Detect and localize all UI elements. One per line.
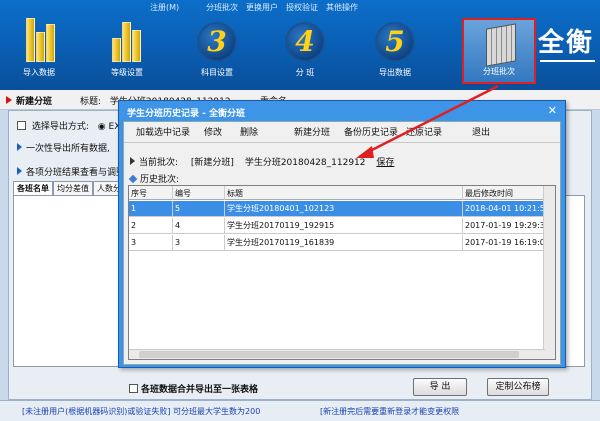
backup-button[interactable]: 备份历史记录: [344, 126, 398, 140]
merge-export-label: 各班数据合并导出至一张表格: [141, 385, 259, 395]
dialog-body: 加载选中记录 修改 删除 新建分班 备份历史记录 还原记录 退出 当前批次: […: [123, 121, 561, 365]
toolbar-batch-button[interactable]: 分班批次: [462, 18, 536, 84]
delete-button[interactable]: 删除: [240, 126, 258, 140]
export-all-label: 一次性导出所有数据,: [26, 144, 110, 154]
publish-button[interactable]: 定制公布榜: [487, 378, 549, 396]
current-batch-tag: [新建分班]: [190, 158, 234, 168]
close-icon[interactable]: ✕: [548, 104, 557, 117]
toolbar-grade-label: 等级设置: [111, 68, 143, 77]
menu-batch[interactable]: 分班批次: [206, 2, 238, 14]
cell-seq: 3: [129, 235, 173, 251]
brand-underline: [540, 60, 595, 62]
expand-icon: [17, 167, 22, 175]
toolbar-batch-label: 分班批次: [483, 67, 515, 76]
import-icon: [22, 18, 56, 62]
vertical-scrollbar[interactable]: [543, 186, 555, 359]
diamond-icon: [128, 174, 138, 184]
export-mode-label: 选择导出方式:: [31, 122, 89, 132]
dialog-title: 学生分班历史记录 - 全衡分班: [127, 109, 246, 119]
edit-button[interactable]: 修改: [204, 126, 222, 140]
menu-change-user[interactable]: 更换用户: [246, 2, 278, 14]
books-icon: [486, 23, 516, 67]
bullet-icon: [130, 157, 135, 165]
cell-id: 3: [173, 235, 225, 251]
toolbar-export-label: 导出数据: [379, 68, 411, 77]
menu-bar: 注册(M) 分班批次 更换用户 授权验证 其他操作: [0, 2, 600, 14]
merge-export-checkbox[interactable]: [129, 384, 138, 393]
merge-export-row[interactable]: 各班数据合并导出至一张表格: [129, 382, 258, 395]
cell-title: 学生分班20170119_192915: [225, 218, 463, 234]
toolbar-import-button[interactable]: 导入数据: [0, 16, 78, 86]
cell-id: 4: [173, 218, 225, 234]
table-header: 序号 编号 标题 最后修改时间 备: [129, 186, 555, 200]
current-batch-label: 当前批次:: [139, 158, 179, 168]
panel-title: 新建分班: [16, 97, 53, 107]
toolbar-split-label: 分 班: [295, 68, 315, 77]
cell-seq: 2: [129, 218, 173, 234]
cell-seq: 1: [129, 201, 173, 217]
toolbar-subject-button[interactable]: 3 科目设置: [178, 16, 256, 86]
toolbar-subject-label: 科目设置: [201, 68, 233, 77]
number-five-icon: 5: [375, 22, 415, 62]
status-left: [未注册用户(根据机器码识别)或验证失败] 可分班最大学生数为200: [22, 407, 261, 416]
menu-auth[interactable]: 授权验证: [286, 2, 318, 14]
scroll-thumb[interactable]: [139, 351, 519, 358]
current-batch-row: 当前批次: [新建分班] 学生分班20180428_112912 保存: [130, 155, 394, 168]
number-four-icon: 4: [285, 22, 325, 62]
cell-time: 2018-04-01 10:21:58: [463, 201, 545, 217]
results-label: 各项分班结果查看与调整: [26, 168, 126, 178]
export-button[interactable]: 导 出: [413, 378, 467, 396]
col-id[interactable]: 编号: [173, 186, 225, 200]
brand-logo: 全衡: [538, 28, 595, 58]
restore-button[interactable]: 还原记录: [406, 126, 442, 140]
cell-time: 2017-01-19 19:29:34: [463, 218, 545, 234]
panel-name-label: 标题:: [80, 97, 102, 107]
col-title[interactable]: 标题: [225, 186, 463, 200]
tab-class-list[interactable]: 各班名单: [13, 181, 53, 195]
toolbar-export-button[interactable]: 5 导出数据: [356, 16, 434, 86]
history-batch-row: 历史批次:: [128, 172, 180, 185]
expand-icon: [17, 143, 22, 151]
horizontal-scrollbar[interactable]: [129, 349, 545, 359]
number-three-icon: 3: [197, 22, 237, 62]
arrow-icon: [6, 96, 12, 104]
toolbar-import-label: 导入数据: [23, 68, 55, 77]
history-table: 序号 编号 标题 最后修改时间 备 15学生分班20180401_1021232…: [128, 185, 556, 360]
col-time[interactable]: 最后修改时间: [463, 186, 545, 200]
new-split-button[interactable]: 新建分班: [294, 126, 330, 140]
results-row[interactable]: 各项分班结果查看与调整: [17, 165, 125, 178]
menu-register[interactable]: 注册(M): [150, 2, 179, 14]
export-mode-checkbox[interactable]: [17, 121, 26, 130]
toolbar-divider: [124, 142, 560, 143]
col-seq[interactable]: 序号: [129, 186, 173, 200]
grade-icon: [110, 18, 144, 62]
result-tabs: 各班名单 均分差值 人数分: [13, 181, 125, 195]
cell-title: 学生分班20170119_161839: [225, 235, 463, 251]
save-link[interactable]: 保存: [376, 158, 394, 168]
toolbar-grade-button[interactable]: 等级设置: [88, 16, 166, 86]
app-banner: 注册(M) 分班批次 更换用户 授权验证 其他操作 导入数据 等级设置 3 科目…: [0, 0, 600, 90]
export-all-row[interactable]: 一次性导出所有数据,: [17, 141, 110, 154]
cell-time: 2017-01-19 16:19:01: [463, 235, 545, 251]
cell-id: 5: [173, 201, 225, 217]
status-right: [新注册完后需要重新登录才能变更权限: [320, 407, 460, 416]
status-bar: [未注册用户(根据机器码识别)或验证失败] 可分班最大学生数为200 [新注册完…: [0, 400, 600, 421]
cell-title: 学生分班20180401_102123: [225, 201, 463, 217]
exit-button[interactable]: 退出: [472, 126, 490, 140]
history-batch-label: 历史批次:: [140, 175, 180, 185]
history-dialog: 学生分班历史记录 - 全衡分班 ✕ 加载选中记录 修改 删除 新建分班 备份历史…: [118, 100, 566, 368]
tab-avg-diff[interactable]: 均分差值: [53, 181, 93, 195]
load-record-button[interactable]: 加载选中记录: [136, 126, 190, 140]
toolbar-split-button[interactable]: 4 分 班: [266, 16, 344, 86]
menu-other[interactable]: 其他操作: [326, 2, 358, 14]
current-batch-name: 学生分班20180428_112912: [244, 158, 366, 168]
